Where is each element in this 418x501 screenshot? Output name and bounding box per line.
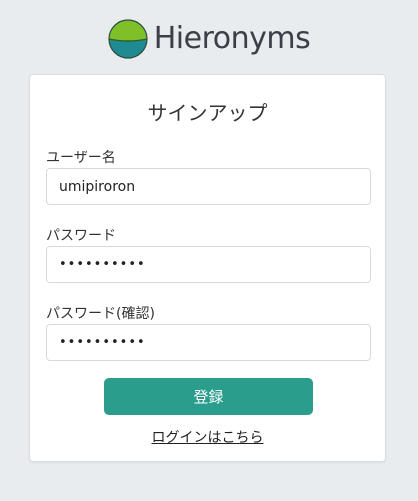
username-field[interactable]: umipiroron [46, 168, 371, 205]
signup-card: サインアップ ユーザー名 umipiroron パスワード ••••••••••… [29, 74, 386, 462]
password-confirm-label: パスワード(確認) [46, 306, 155, 322]
username-value: umipiroron [59, 178, 136, 195]
app-name: Hieronyms [153, 21, 311, 56]
password-field[interactable]: •••••••••• [46, 246, 371, 283]
login-link[interactable]: ログインはこちら [152, 430, 264, 446]
login-link-container: ログインはこちら [30, 427, 385, 447]
password-confirm-masked-value: •••••••••• [59, 335, 146, 350]
password-label: パスワード [46, 228, 116, 244]
username-label: ユーザー名 [46, 150, 116, 166]
hieronyms-globe-logo-icon [108, 19, 148, 59]
register-button[interactable]: 登録 [104, 378, 313, 415]
password-confirm-field[interactable]: •••••••••• [46, 324, 371, 361]
app-brand: Hieronyms [0, 16, 418, 62]
page-title: サインアップ [147, 101, 268, 125]
password-masked-value: •••••••••• [59, 257, 146, 272]
